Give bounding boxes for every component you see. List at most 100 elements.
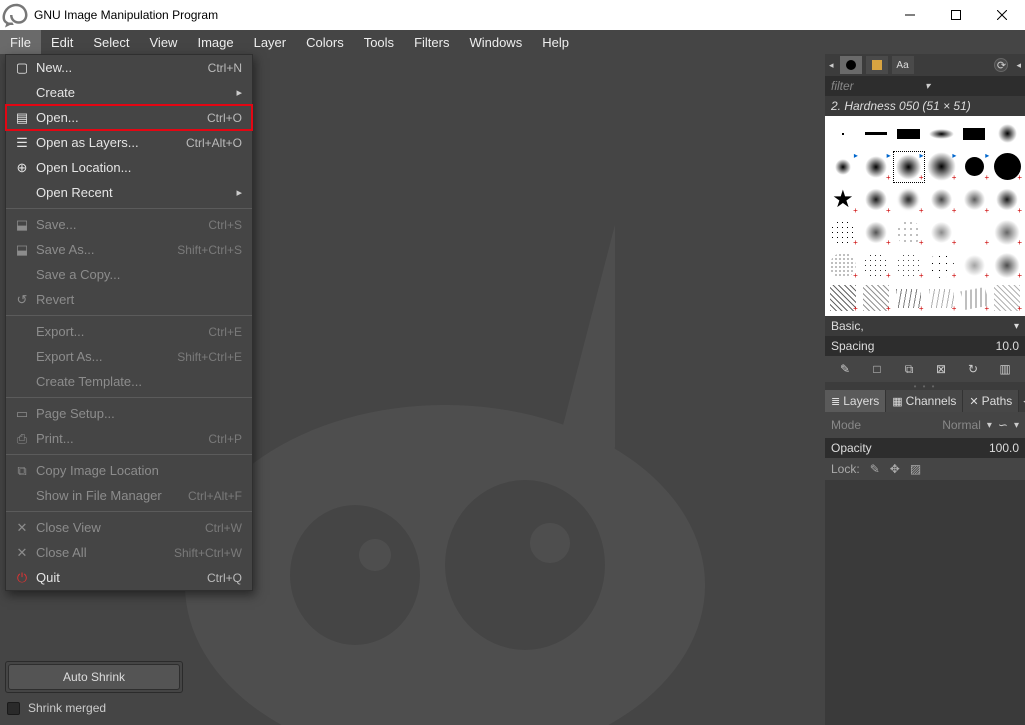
close-button[interactable] [979,0,1025,30]
menu-filters[interactable]: Filters [404,30,459,54]
open-as-image-icon[interactable]: ▥ [996,360,1014,378]
file-menu-create-template: Create Template... [6,369,252,394]
dock-config-icon[interactable]: ◂ [1019,390,1025,412]
file-menu-open-as-layers[interactable]: ☰Open as Layers...Ctrl+Alt+O [6,130,252,155]
menu-item-accelerator: Ctrl+S [208,218,242,232]
mode-value: Normal [942,418,981,432]
file-menu-save: ⬓Save...Ctrl+S [6,212,252,237]
menu-item-accelerator: Ctrl+Alt+F [188,489,242,503]
quit-icon: ⏻ [12,570,32,586]
lock-position-icon[interactable]: ✥ [890,462,900,476]
menu-item-label: Save... [32,217,208,232]
auto-shrink-button[interactable]: Auto Shrink [8,664,180,690]
layers-dock-tabs: ≣Layers ▦ Channels ✕Paths ◂ [825,390,1025,412]
file-menu-close-view: ✕Close ViewCtrl+W [6,515,252,540]
menu-item-label: Export As... [32,349,177,364]
dock-menu-icon[interactable]: ◂ [829,60,834,71]
menu-item-accelerator: Ctrl+Q [207,571,242,585]
tab-channels-label: Channels [906,394,957,408]
brushes-tab[interactable] [840,56,862,74]
file-menu-open[interactable]: ▤Open...Ctrl+O [6,105,252,130]
file-menu-dropdown: ▢New...Ctrl+NCreate▸▤Open...Ctrl+O☰Open … [5,54,253,591]
lock-alpha-icon[interactable]: ▨ [910,462,921,476]
menu-item-label: Open as Layers... [32,135,186,150]
tab-layers[interactable]: ≣Layers [825,390,886,412]
menu-windows[interactable]: Windows [459,30,532,54]
chevron-down-icon: ▾ [1014,321,1019,332]
new-brush-icon[interactable]: □ [868,360,886,378]
mode-label: Mode [831,418,861,432]
file-menu-create[interactable]: Create▸ [6,80,252,105]
menu-tools[interactable]: Tools [354,30,404,54]
opacity-label: Opacity [831,441,872,455]
brush-grid[interactable]: ▸ ▸+ ▸+ ▸+ ▸+ + ★+ + + + + + + + + + + +… [825,116,1025,316]
file-menu-revert: ↺Revert [6,287,252,312]
file-menu-print: ⎙Print...Ctrl+P [6,426,252,451]
opacity-value: 100.0 [989,441,1019,455]
file-menu-export-as: Export As...Shift+Ctrl+E [6,344,252,369]
duplicate-brush-icon[interactable]: ⧉ [900,360,918,378]
print-icon: ⎙ [12,431,32,447]
menu-item-accelerator: Ctrl+P [208,432,242,446]
menu-item-label: Copy Image Location [32,463,242,478]
mode-switch-icon[interactable]: ∽ [998,418,1008,432]
brush-filter-input[interactable]: filter ▾ [825,76,1025,96]
channels-icon: ▦ [892,395,902,408]
minimize-button[interactable] [887,0,933,30]
tab-paths[interactable]: ✕Paths [963,390,1019,412]
menu-item-accelerator: Ctrl+O [207,111,242,125]
menu-edit[interactable]: Edit [41,30,83,54]
menu-item-accelerator: Shift+Ctrl+S [177,243,242,257]
layer-opacity-input[interactable]: Opacity 100.0 [825,438,1025,458]
submenu-arrow-icon: ▸ [228,86,242,99]
menu-item-label: Create Template... [32,374,242,389]
edit-brush-icon[interactable]: ✎ [836,360,854,378]
brush-button-row: ✎ □ ⧉ ⊠ ↻ ▥ [825,356,1025,382]
menu-item-accelerator: Shift+Ctrl+W [174,546,242,560]
menu-layer[interactable]: Layer [244,30,297,54]
refresh-brushes-icon[interactable]: ↻ [964,360,982,378]
menu-colors[interactable]: Colors [296,30,354,54]
menu-select[interactable]: Select [83,30,139,54]
menu-item-label: Show in File Manager [32,488,188,503]
layer-mode-select[interactable]: Mode Normal ▾ ∽ ▾ [825,412,1025,438]
wilber-logo-bg [175,205,795,725]
menu-image[interactable]: Image [187,30,243,54]
file-menu-page-setup: ▭Page Setup... [6,401,252,426]
patterns-tab[interactable] [866,56,888,74]
brush-preset-select[interactable]: Basic, ▾ [825,316,1025,336]
file-menu-quit[interactable]: ⏻QuitCtrl+Q [6,565,252,590]
shrink-merged-checkbox[interactable]: Shrink merged [5,701,183,715]
file-menu-save-as: ⬓Save As...Shift+Ctrl+S [6,237,252,262]
menu-item-accelerator: Ctrl+E [208,325,242,339]
lock-pixels-icon[interactable]: ✎ [870,462,880,476]
history-tab[interactable]: ⟳ [994,58,1008,72]
menu-file[interactable]: File [0,30,41,54]
tab-channels[interactable]: ▦ Channels [886,390,963,412]
file-menu-open-location[interactable]: ⊕Open Location... [6,155,252,180]
file-menu-close-all: ✕Close AllShift+Ctrl+W [6,540,252,565]
menu-item-label: Save As... [32,242,177,257]
submenu-arrow-icon: ▸ [228,186,242,199]
dock-config-icon[interactable]: ◂ [1016,60,1021,71]
layer-list[interactable] [825,480,1025,725]
open-icon: ▤ [12,110,32,126]
shrink-merged-label: Shrink merged [28,701,106,715]
menu-item-label: New... [32,60,208,75]
file-menu-new[interactable]: ▢New...Ctrl+N [6,55,252,80]
menu-item-label: Quit [32,570,207,585]
file-menu-open-recent[interactable]: Open Recent▸ [6,180,252,205]
menu-item-label: Open Recent [32,185,228,200]
new-icon: ▢ [12,60,32,76]
fonts-tab[interactable]: Aa [892,56,914,74]
delete-brush-icon[interactable]: ⊠ [932,360,950,378]
x-icon: ✕ [12,520,32,536]
spacing-label: Spacing [831,339,874,353]
menu-view[interactable]: View [140,30,188,54]
maximize-button[interactable] [933,0,979,30]
layers-icon: ☰ [12,135,32,151]
revert-icon: ↺ [12,292,32,308]
menu-help[interactable]: Help [532,30,579,54]
brush-spacing-input[interactable]: Spacing 10.0 [825,336,1025,356]
menu-item-label: Close View [32,520,205,535]
